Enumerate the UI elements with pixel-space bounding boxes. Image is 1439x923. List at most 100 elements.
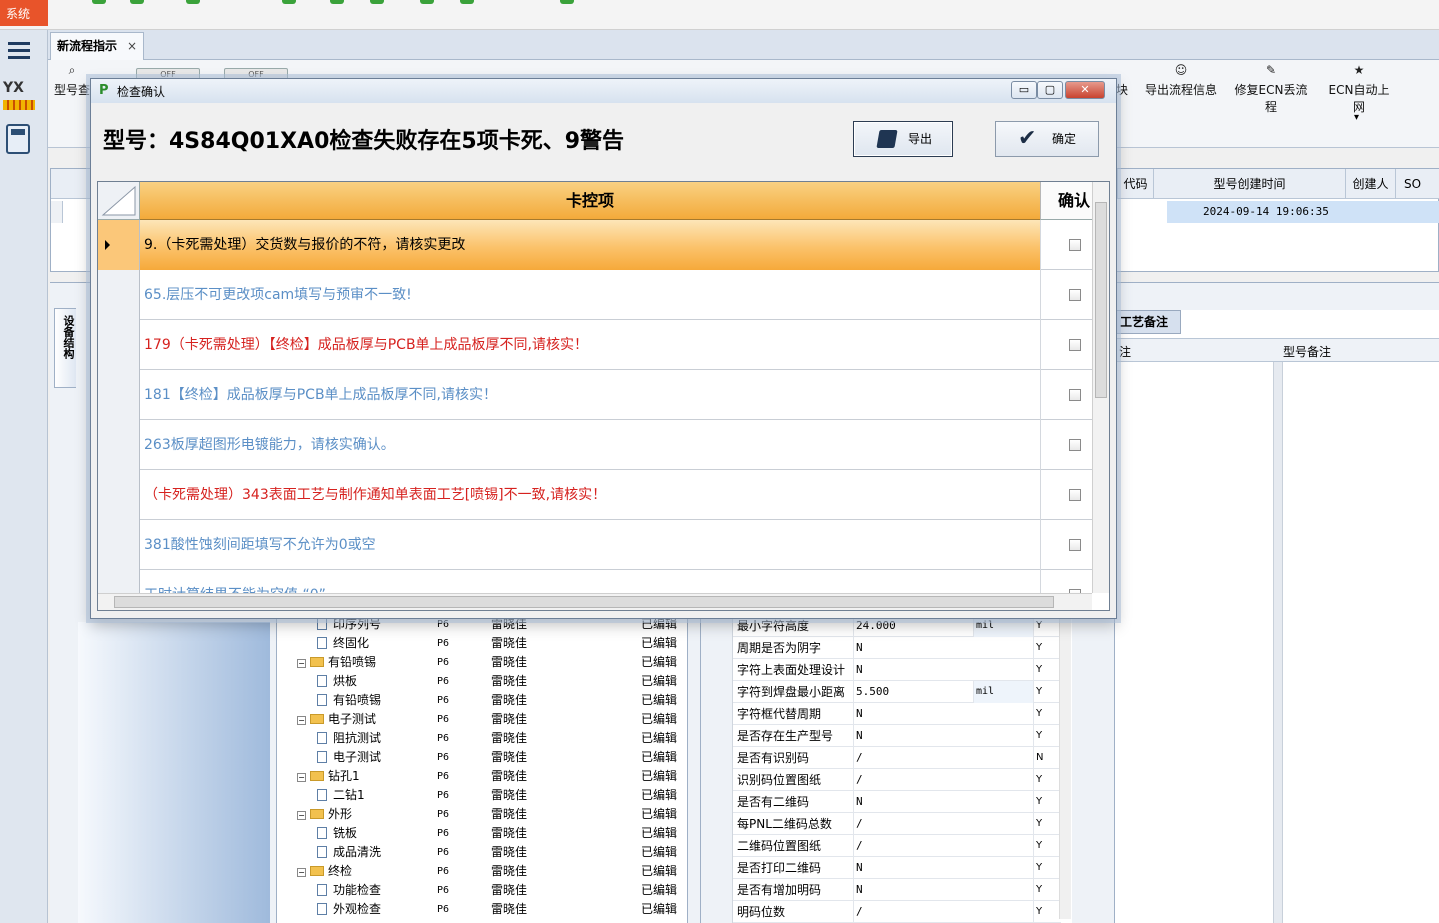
tree-row[interactable]: 终固化 P6 雷晓佳 已编辑 — [277, 634, 689, 653]
system-menu-button[interactable]: 系统 — [0, 0, 48, 26]
param-value[interactable]: / — [853, 747, 973, 769]
confirm-checkbox[interactable] — [1069, 339, 1081, 351]
tree-row[interactable]: 电子测试 P6 雷晓佳 已编辑 — [277, 748, 689, 767]
param-value[interactable]: N — [853, 659, 973, 681]
export-process-info-button[interactable]: ☺ 导出流程信息 — [1142, 60, 1220, 98]
row-header[interactable] — [701, 769, 733, 791]
confirm-button[interactable]: ✔ 确定 — [995, 121, 1099, 157]
row-header[interactable] — [701, 879, 733, 901]
minimize-button[interactable]: ▭ — [1011, 81, 1037, 99]
param-value[interactable]: N — [853, 879, 973, 901]
table-row[interactable]: 9.（卡死需处理）交货数与报价的不符，请核实更改 — [98, 220, 1092, 270]
top-tool-icon[interactable] — [186, 0, 200, 4]
param-value[interactable]: 5.500 — [853, 681, 973, 703]
confirm-checkbox[interactable] — [1069, 489, 1081, 501]
close-button[interactable]: ✕ — [1065, 81, 1105, 99]
top-tool-icon[interactable] — [130, 0, 144, 4]
table-row[interactable]: （卡死需处理）343表面工艺与制作通知单表面工艺[喷锡]不一致,请核实！ — [98, 470, 1092, 520]
top-tool-icon[interactable] — [420, 0, 434, 4]
dialog-titlebar[interactable]: P 检查确认 ▭ ▢ ✕ — [91, 79, 1116, 103]
tree-row[interactable]: 铣板 P6 雷晓佳 已编辑 — [277, 824, 689, 843]
row-header[interactable] — [98, 520, 140, 570]
ecn-auto-online-button[interactable]: ★ ECN自动上网 — [1324, 60, 1394, 115]
tree-row[interactable]: 烘板 P6 雷晓佳 已编辑 — [277, 672, 689, 691]
tree-row[interactable]: 阻抗测试 P6 雷晓佳 已编辑 — [277, 729, 689, 748]
col-so[interactable]: SO — [1395, 169, 1429, 199]
table-row[interactable]: 是否有二维码 N Y — [701, 791, 1061, 813]
export-button[interactable]: 导出 — [853, 121, 953, 157]
row-header[interactable] — [701, 813, 733, 835]
confirm-checkbox[interactable] — [1069, 389, 1081, 401]
select-all-corner[interactable] — [98, 182, 140, 220]
row-header[interactable] — [701, 901, 733, 923]
tree-row[interactable]: 二钻1 P6 雷晓佳 已编辑 — [277, 786, 689, 805]
yx-factory-icon[interactable]: YX — [3, 80, 35, 110]
table-row[interactable]: 周期是否为阴字 N Y — [701, 637, 1061, 659]
top-tool-icon[interactable] — [560, 0, 574, 4]
table-row[interactable]: 179（卡死需处理）【终检】成品板厚与PCB单上成品板厚不同,请核实！ — [98, 320, 1092, 370]
col-code[interactable]: 代码 — [1117, 169, 1153, 199]
table-row[interactable]: 181【终检】成品板厚与PCB单上成品板厚不同,请核实！ — [98, 370, 1092, 420]
expand-toggle-icon[interactable]: − — [297, 811, 306, 820]
table-row[interactable]: 字符到焊盘最小距离 5.500 mil Y — [701, 681, 1061, 703]
table-row[interactable]: 263板厚超图形电镀能力，请核实确认。 — [98, 420, 1092, 470]
confirm-checkbox[interactable] — [1069, 539, 1081, 551]
maximize-button[interactable]: ▢ — [1037, 81, 1063, 99]
row-header[interactable] — [98, 320, 140, 370]
tree-row[interactable]: − 终检 P6 雷晓佳 已编辑 — [277, 862, 689, 881]
table-row[interactable]: 字符框代替周期 N Y — [701, 703, 1061, 725]
row-header[interactable] — [701, 857, 733, 879]
expand-toggle-icon[interactable]: − — [297, 659, 306, 668]
param-value[interactable]: / — [853, 835, 973, 857]
expand-toggle-icon[interactable]: − — [297, 868, 306, 877]
calculator-icon[interactable] — [6, 124, 30, 154]
top-tool-icon[interactable] — [282, 0, 296, 4]
tree-row[interactable]: 外观检查 P6 雷晓佳 已编辑 — [277, 900, 689, 919]
tree-row[interactable]: − 有铅喷锡 P6 雷晓佳 已编辑 — [277, 653, 689, 672]
top-tool-icon[interactable] — [92, 0, 106, 4]
scrollbar[interactable] — [1273, 362, 1283, 923]
tree-row[interactable]: 有铅喷锡 P6 雷晓佳 已编辑 — [277, 691, 689, 710]
table-row[interactable]: 二维码位置图纸 / Y — [701, 835, 1061, 857]
vertical-scrollbar[interactable] — [1092, 182, 1109, 593]
param-value[interactable]: N — [853, 857, 973, 879]
top-tool-icon[interactable] — [370, 0, 384, 4]
row-header[interactable] — [701, 725, 733, 747]
col-model-create-time[interactable]: 型号创建时间 — [1153, 169, 1345, 199]
tab-device-structure[interactable]: 设备结构 — [54, 308, 76, 388]
confirm-checkbox[interactable] — [1069, 439, 1081, 451]
tree-row[interactable]: − 钻孔1 P6 雷晓佳 已编辑 — [277, 767, 689, 786]
top-tool-icon[interactable] — [460, 0, 474, 4]
row-header[interactable] — [98, 270, 140, 320]
table-row[interactable]: 381酸性蚀刻间距填写不允许为0或空 — [98, 520, 1092, 570]
row-header[interactable] — [98, 370, 140, 420]
tab-new-process[interactable]: 新流程指示 × — [50, 32, 145, 60]
param-value[interactable]: N — [853, 725, 973, 747]
table-row[interactable]: 是否存在生产型号 N Y — [701, 725, 1061, 747]
fix-ecn-lost-process-button[interactable]: ✎ 修复ECN丢流程 — [1230, 60, 1312, 115]
model-query-button[interactable]: ⌕ 型号查 — [54, 60, 90, 98]
row-header[interactable] — [701, 637, 733, 659]
table-row[interactable]: 识别码位置图纸 / Y — [701, 769, 1061, 791]
tab-process-remarks[interactable]: 工艺备注 — [1115, 310, 1181, 334]
hamburger-menu-icon[interactable] — [8, 42, 30, 60]
row-header[interactable] — [701, 659, 733, 681]
table-row[interactable]: 2024-09-14 19:06:35 — [1167, 201, 1439, 223]
chevron-down-icon[interactable]: ▾ — [1354, 112, 1359, 123]
horizontal-scrollbar[interactable] — [98, 593, 1092, 610]
table-row[interactable]: 每PNL二维码总数 / Y — [701, 813, 1061, 835]
table-row[interactable]: 是否有增加明码 N Y — [701, 879, 1061, 901]
table-row[interactable]: 是否有识别码 / N — [701, 747, 1061, 769]
expand-toggle-icon[interactable]: − — [297, 773, 306, 782]
confirm-checkbox[interactable] — [1069, 289, 1081, 301]
table-row[interactable]: 是否打印二维码 N Y — [701, 857, 1061, 879]
table-row[interactable]: 明码位数 / Y — [701, 901, 1061, 923]
top-tool-icon[interactable] — [330, 0, 344, 4]
col-creator[interactable]: 创建人 — [1345, 169, 1395, 199]
param-value[interactable]: / — [853, 813, 973, 835]
tab-close-icon[interactable]: × — [127, 33, 137, 59]
tree-row[interactable]: − 电子测试 P6 雷晓佳 已编辑 — [277, 710, 689, 729]
expand-toggle-icon[interactable]: − — [297, 716, 306, 725]
row-header[interactable] — [701, 681, 733, 703]
param-value[interactable]: N — [853, 637, 973, 659]
